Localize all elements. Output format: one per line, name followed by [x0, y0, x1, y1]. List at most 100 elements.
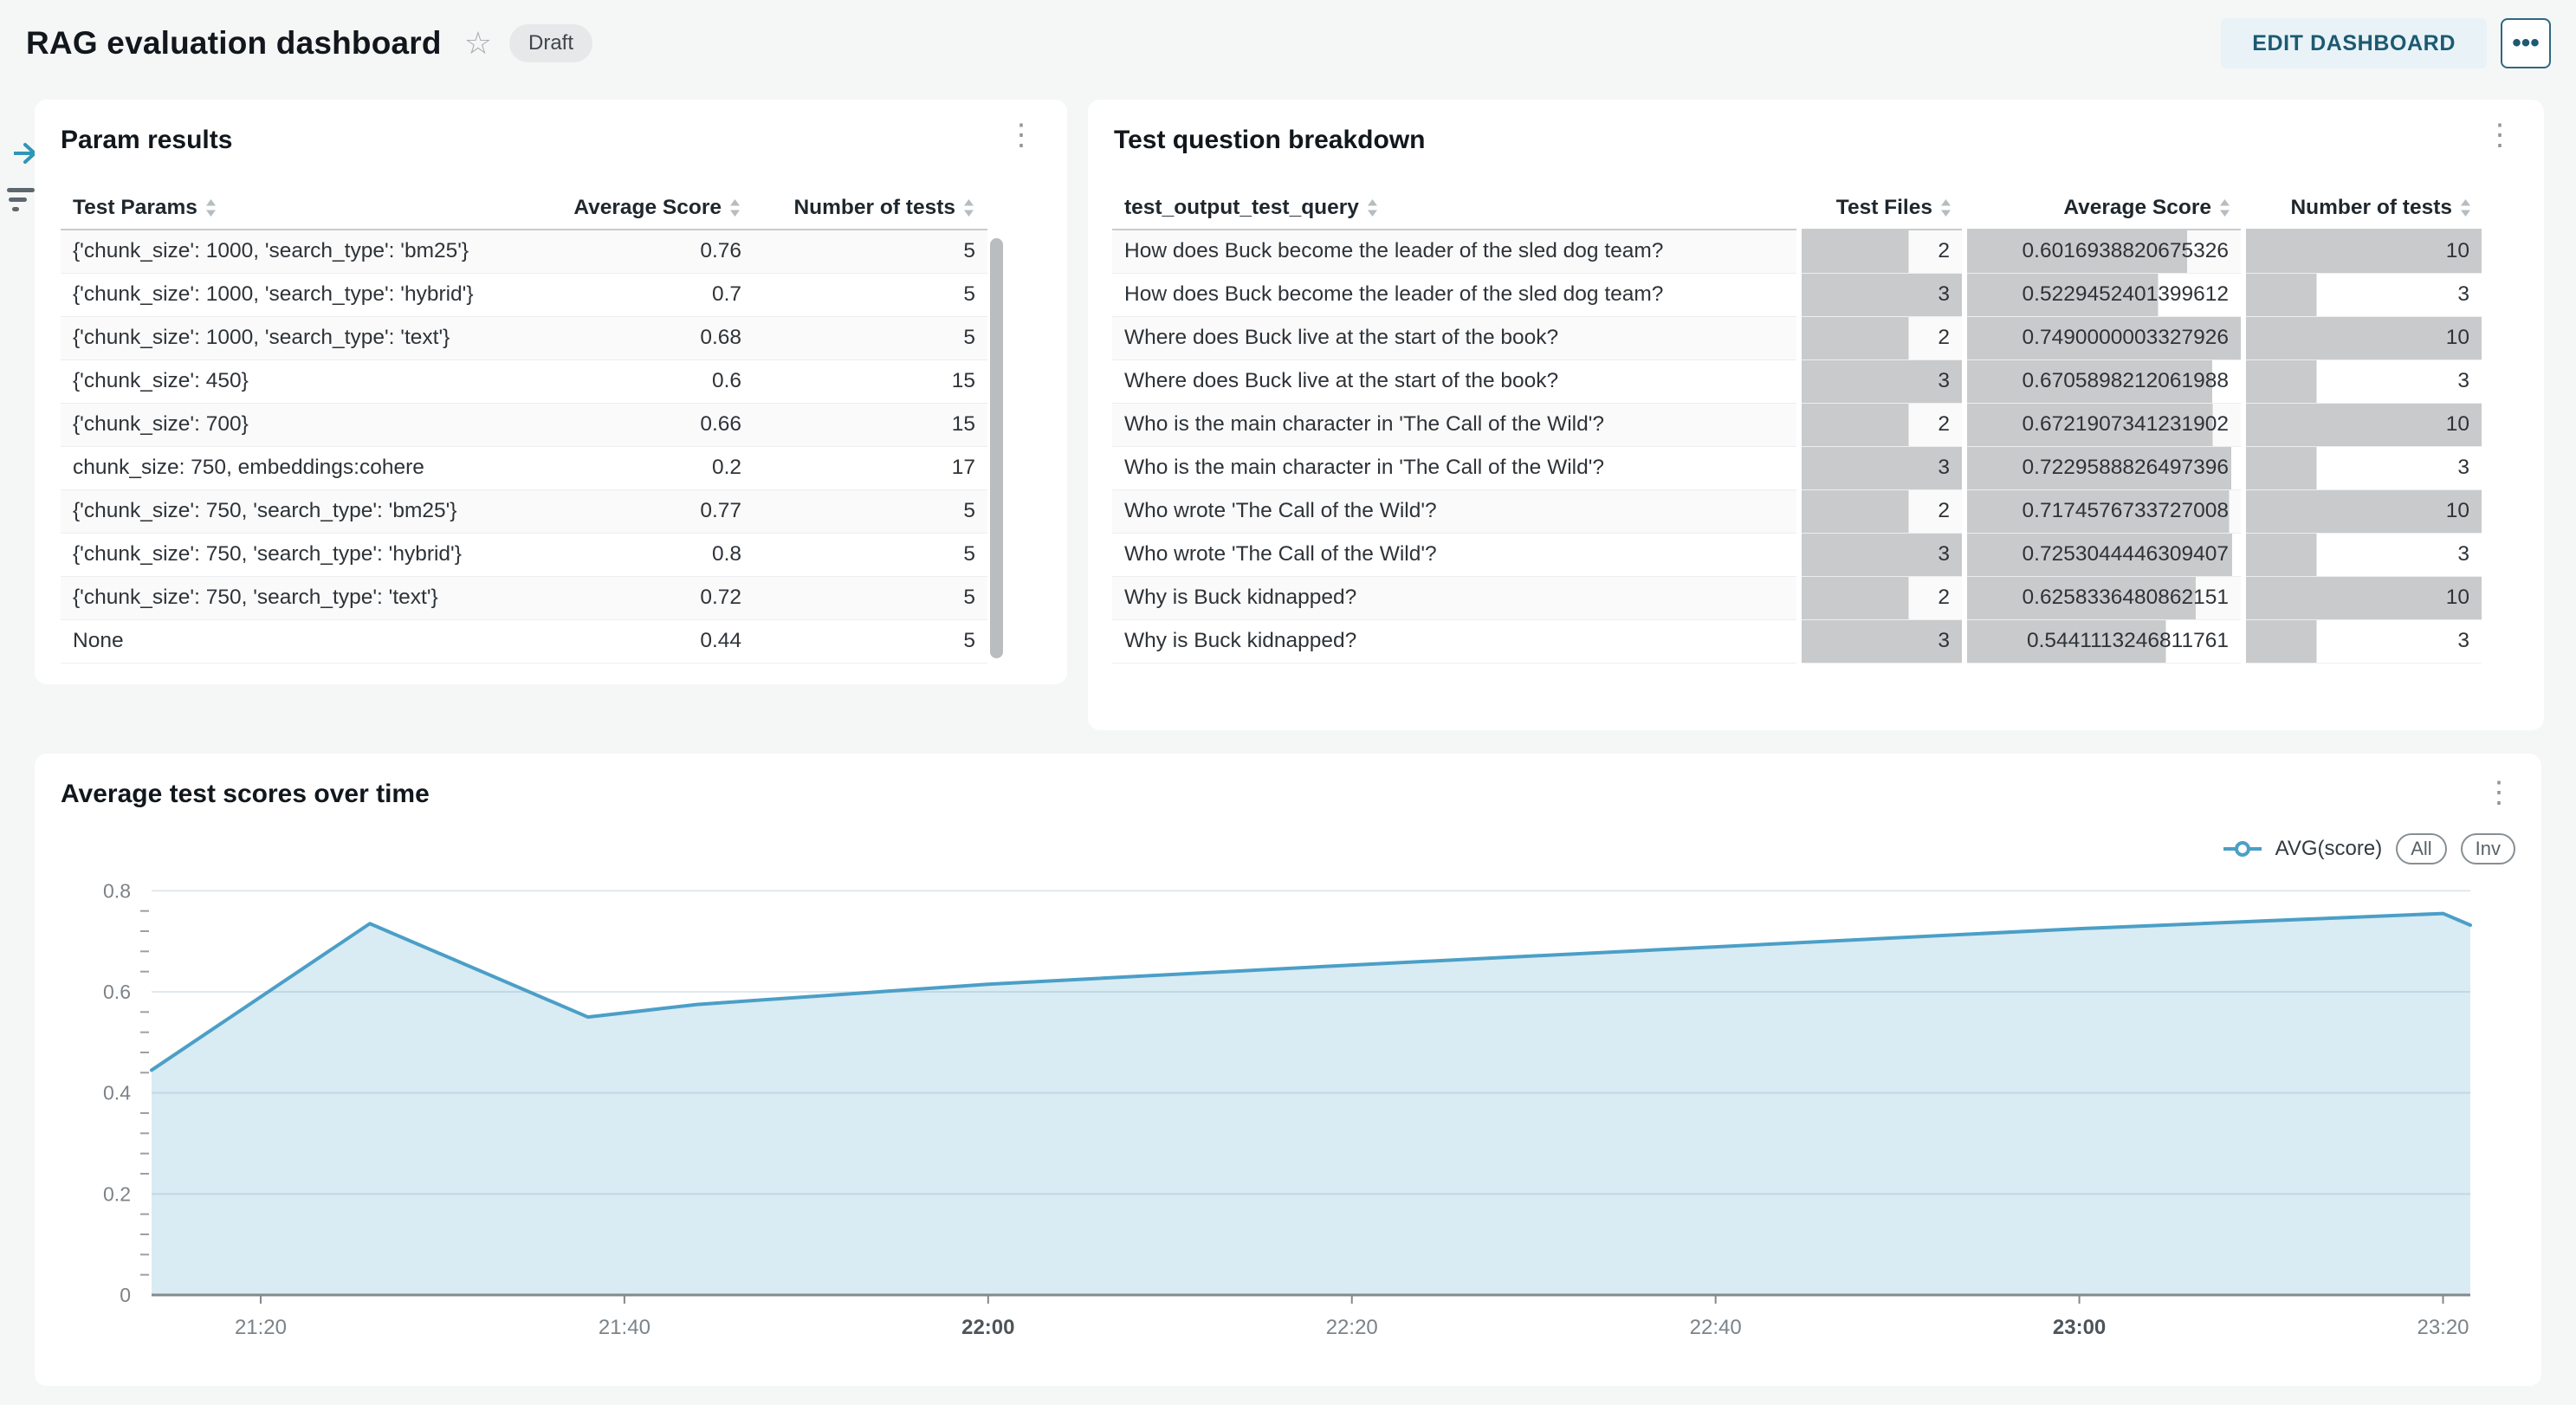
svg-text:23:00: 23:00	[2053, 1316, 2106, 1339]
table-row: How does Buck become the leader of the s…	[1112, 273, 2484, 316]
table-row: Why is Buck kidnapped?20.625833648086215…	[1112, 576, 2484, 619]
cell-number-of-tests: 5	[754, 489, 987, 533]
column-header-average-score[interactable]: Average Score	[554, 186, 754, 230]
scores-over-time-card: Average test scores over time ⋮ AVG(scor…	[35, 754, 2541, 1386]
svg-text:23:20: 23:20	[2417, 1316, 2469, 1339]
legend-inv-button[interactable]: Inv	[2461, 833, 2515, 864]
svg-text:0.6: 0.6	[103, 981, 131, 1003]
cell-test-files: 2	[1799, 576, 1964, 619]
cell-number-of-tests: 17	[754, 446, 987, 489]
sort-icon	[2218, 197, 2231, 218]
cell-query: Who is the main character in 'The Call o…	[1112, 446, 1799, 489]
cell-number-of-tests: 5	[754, 619, 987, 663]
table-row: {'chunk_size': 750, 'search_type': 'text…	[61, 576, 987, 619]
cell-query: Where does Buck live at the start of the…	[1112, 316, 1799, 359]
cell-number-of-tests: 10	[2243, 576, 2484, 619]
column-header-number-of-tests[interactable]: Number of tests	[2243, 186, 2484, 230]
svg-text:21:20: 21:20	[235, 1316, 287, 1339]
table-header-row: Test Params Average Score Number of test…	[61, 186, 987, 230]
table-row: Where does Buck live at the start of the…	[1112, 359, 2484, 403]
page-title: RAG evaluation dashboard	[26, 25, 442, 62]
cell-query: Who is the main character in 'The Call o…	[1112, 403, 1799, 446]
table-row: Who is the main character in 'The Call o…	[1112, 446, 2484, 489]
question-breakdown-table: test_output_test_query Test Files Averag…	[1112, 186, 2487, 664]
cell-average-score: 0.7174576733727008	[1964, 489, 2243, 533]
line-area-chart[interactable]: 00.20.40.60.821:2021:4022:0022:2022:4023…	[35, 871, 2541, 1364]
cell-number-of-tests: 5	[754, 533, 987, 576]
cell-number-of-tests: 10	[2243, 403, 2484, 446]
table-row: Who is the main character in 'The Call o…	[1112, 403, 2484, 446]
cell-test-params: {'chunk_size': 750, 'search_type': 'text…	[61, 576, 554, 619]
column-header-query[interactable]: test_output_test_query	[1112, 186, 1799, 230]
svg-text:22:20: 22:20	[1326, 1316, 1378, 1339]
cell-number-of-tests: 15	[754, 359, 987, 403]
cell-query: Who wrote 'The Call of the Wild'?	[1112, 533, 1799, 576]
table-scrollbar[interactable]	[990, 238, 1003, 658]
table-row: How does Buck become the leader of the s…	[1112, 230, 2484, 273]
cell-test-files: 2	[1799, 403, 1964, 446]
sort-icon	[2459, 197, 2472, 218]
svg-text:0.2: 0.2	[103, 1182, 131, 1205]
cell-number-of-tests: 15	[754, 403, 987, 446]
cell-average-score: 0.68	[554, 316, 754, 359]
sort-icon	[1366, 197, 1379, 218]
table-row: None0.445	[61, 619, 987, 663]
svg-text:22:00: 22:00	[961, 1316, 1014, 1339]
column-header-average-score[interactable]: Average Score	[1964, 186, 2243, 230]
cell-test-files: 2	[1799, 316, 1964, 359]
cell-test-params: {'chunk_size': 1000, 'search_type': 'tex…	[61, 316, 554, 359]
card-title: Param results	[61, 126, 232, 155]
favorite-star-icon[interactable]: ☆	[464, 28, 492, 59]
cell-number-of-tests: 5	[754, 576, 987, 619]
svg-text:0.8: 0.8	[103, 879, 131, 902]
cell-average-score: 0.2	[554, 446, 754, 489]
table-row: {'chunk_size': 700}0.6615	[61, 403, 987, 446]
cell-test-files: 3	[1799, 533, 1964, 576]
column-header-number-of-tests[interactable]: Number of tests	[754, 186, 987, 230]
sort-icon	[728, 197, 741, 218]
cell-number-of-tests: 3	[2243, 273, 2484, 316]
cell-query: Who wrote 'The Call of the Wild'?	[1112, 489, 1799, 533]
kebab-menu-icon[interactable]: ⋮	[2485, 120, 2515, 150]
cell-average-score: 0.6705898212061988	[1964, 359, 2243, 403]
kebab-menu-icon[interactable]: ⋮	[1006, 120, 1036, 150]
cell-test-files: 3	[1799, 619, 1964, 663]
table-row: Who wrote 'The Call of the Wild'?30.7253…	[1112, 533, 2484, 576]
more-options-button[interactable]: •••	[2501, 18, 2551, 68]
table-row: {'chunk_size': 750, 'search_type': 'hybr…	[61, 533, 987, 576]
legend-all-button[interactable]: All	[2396, 833, 2446, 864]
cell-query: Why is Buck kidnapped?	[1112, 576, 1799, 619]
table-row: Where does Buck live at the start of the…	[1112, 316, 2484, 359]
svg-text:0.4: 0.4	[103, 1082, 131, 1104]
cell-number-of-tests: 5	[754, 273, 987, 316]
param-results-table: Test Params Average Score Number of test…	[61, 186, 987, 664]
cell-average-score: 0.7	[554, 273, 754, 316]
cell-average-score: 0.5229452401399612	[1964, 273, 2243, 316]
cell-number-of-tests: 5	[754, 230, 987, 273]
cell-test-params: {'chunk_size': 700}	[61, 403, 554, 446]
table-row: Why is Buck kidnapped?30.544111324681176…	[1112, 619, 2484, 663]
cell-test-params: {'chunk_size': 750, 'search_type': 'bm25…	[61, 489, 554, 533]
svg-text:21:40: 21:40	[599, 1316, 650, 1339]
edit-dashboard-button[interactable]: EDIT DASHBOARD	[2221, 18, 2487, 68]
card-title: Test question breakdown	[1114, 126, 1426, 155]
cell-test-files: 3	[1799, 273, 1964, 316]
cell-average-score: 0.6258336480862151	[1964, 576, 2243, 619]
filter-icon[interactable]	[7, 188, 36, 211]
card-title: Average test scores over time	[61, 780, 430, 809]
kebab-menu-icon[interactable]: ⋮	[2484, 778, 2514, 807]
cell-query: Why is Buck kidnapped?	[1112, 619, 1799, 663]
column-header-test-files[interactable]: Test Files	[1799, 186, 1964, 230]
top-bar: RAG evaluation dashboard ☆ Draft EDIT DA…	[0, 0, 2576, 87]
cell-number-of-tests: 10	[2243, 489, 2484, 533]
cell-average-score: 0.7490000003327926	[1964, 316, 2243, 359]
column-header-test-params[interactable]: Test Params	[61, 186, 554, 230]
table-row: {'chunk_size': 750, 'search_type': 'bm25…	[61, 489, 987, 533]
svg-text:22:40: 22:40	[1690, 1316, 1742, 1339]
table-row: Who wrote 'The Call of the Wild'?20.7174…	[1112, 489, 2484, 533]
cell-average-score: 0.7229588826497396	[1964, 446, 2243, 489]
cell-number-of-tests: 5	[754, 316, 987, 359]
cell-number-of-tests: 3	[2243, 359, 2484, 403]
legend-series-label[interactable]: AVG(score)	[2275, 837, 2383, 861]
cell-number-of-tests: 3	[2243, 446, 2484, 489]
